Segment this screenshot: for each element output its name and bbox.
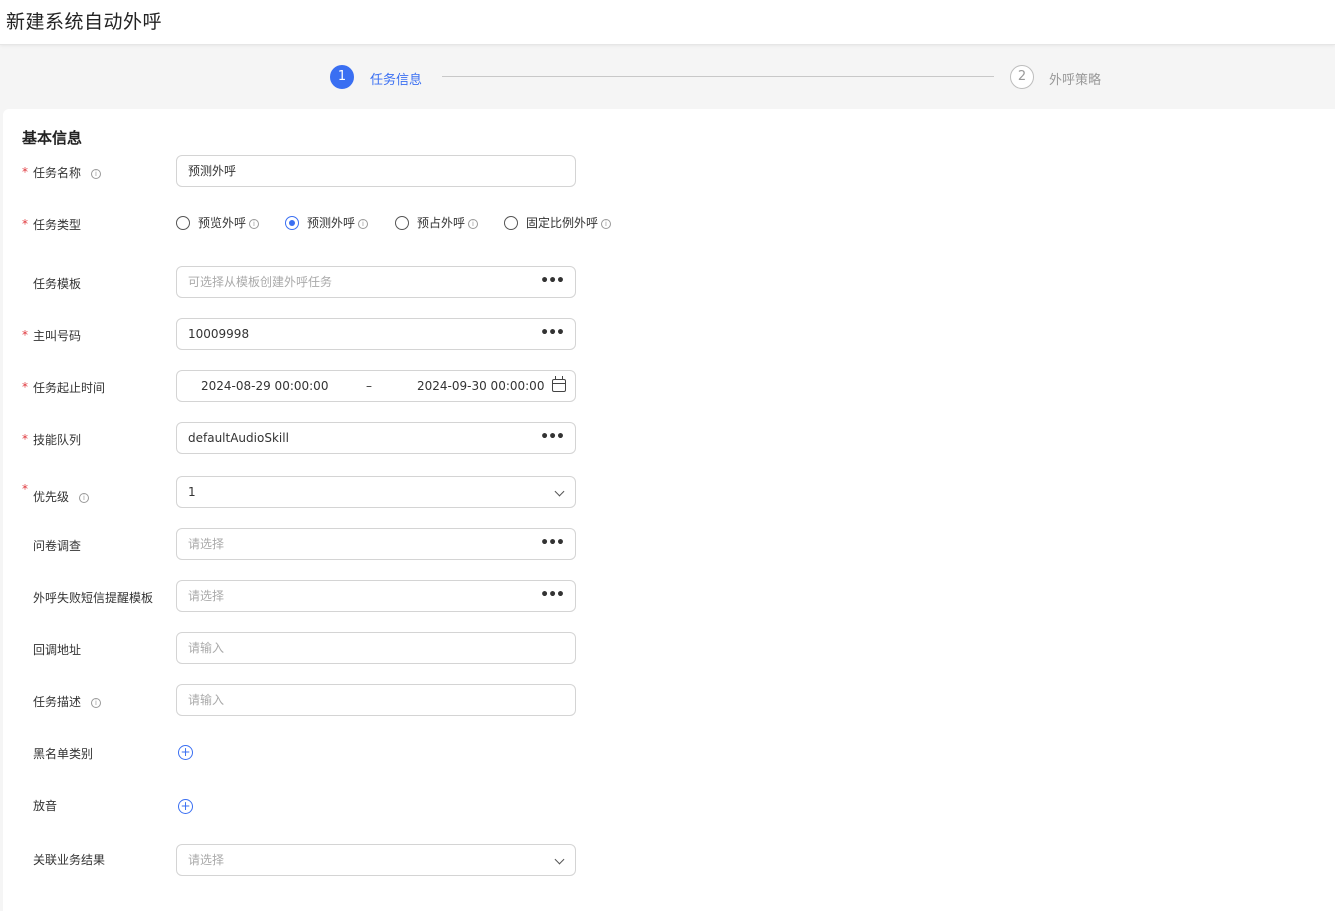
required-mark: * [22,432,28,446]
questionnaire-selector[interactable]: 请选择 ••• [176,528,576,560]
business-result-select[interactable]: 请选择 [176,844,576,876]
step-number: 1 [330,65,354,89]
task-time-range-picker[interactable]: 2024-08-29 00:00:00 – 2024-09-30 00:00:0… [176,370,576,402]
date-separator: – [366,379,372,393]
field-label: 优先级 i [33,488,90,505]
page-header: 新建系统自动外呼 [0,0,1335,45]
step-number: 2 [1010,65,1034,89]
stepper: 1 任务信息 2 外呼策略 [0,45,1335,109]
info-icon[interactable]: i [358,219,369,229]
add-playback-icon[interactable]: + [178,799,193,814]
add-blacklist-icon[interactable]: + [178,745,193,760]
step-connector [442,76,994,77]
required-mark: * [22,217,28,231]
skill-queue-selector[interactable]: defaultAudioSkill ••• [176,422,576,454]
required-mark: * [22,482,28,496]
info-icon[interactable]: i [601,219,612,229]
field-label: 任务名称 i [33,164,102,181]
more-icon[interactable]: ••• [540,267,565,295]
required-mark: * [22,328,28,342]
field-label: 回调地址 [33,643,82,657]
priority-select[interactable]: 1 [176,476,576,508]
caller-number-selector[interactable]: 10009998 ••• [176,318,576,350]
required-mark: * [22,165,28,179]
info-icon[interactable]: i [249,219,260,229]
field-label: 主叫号码 [33,329,82,343]
field-label: 放音 [33,799,58,813]
required-mark: * [22,380,28,394]
page-title: 新建系统自动外呼 [6,11,163,33]
info-icon[interactable]: i [468,219,479,229]
field-label: 外呼失败短信提醒模板 [33,591,154,605]
field-label: 问卷调查 [33,539,82,553]
field-label: 任务起止时间 [33,381,106,395]
task-name-input[interactable]: 预测外呼 [176,155,576,187]
more-icon[interactable]: ••• [540,319,565,347]
more-icon[interactable]: ••• [540,529,565,557]
task-template-selector[interactable]: 可选择从模板创建外呼任务 ••• [176,266,576,298]
field-label: 黑名单类别 [33,747,94,761]
step-label: 外呼策略 [1049,73,1102,88]
more-icon[interactable]: ••• [540,581,565,609]
more-icon[interactable]: ••• [540,423,565,451]
info-icon[interactable]: i [91,698,102,708]
start-date: 2024-08-29 00:00:00 [201,379,329,393]
field-label: 任务模板 [33,277,82,291]
chevron-down-icon [554,486,565,497]
task-desc-input[interactable]: 请输入 [176,684,576,716]
calendar-icon[interactable] [552,376,566,392]
field-label: 技能队列 [33,433,82,447]
field-label: 任务描述 i [33,693,102,710]
chevron-down-icon [554,854,565,865]
field-label: 关联业务结果 [33,853,106,867]
info-icon[interactable]: i [79,493,90,503]
form-card: 基本信息 * 任务名称 i 预测外呼 * 任务类型 预览外呼 i 预测外呼 i 预占外… [3,109,1335,911]
sms-template-selector[interactable]: 请选择 ••• [176,580,576,612]
step-label: 任务信息 [370,73,423,88]
end-date: 2024-09-30 00:00:00 [417,379,545,393]
info-icon[interactable]: i [91,169,102,179]
section-title: 基本信息 [22,129,83,147]
callback-url-input[interactable]: 请输入 [176,632,576,664]
field-label: 任务类型 [33,218,82,232]
